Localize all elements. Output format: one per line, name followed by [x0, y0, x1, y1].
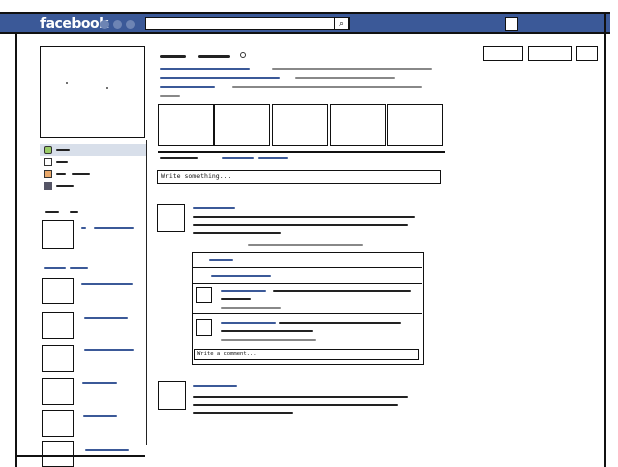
- group-name[interactable]: [85, 449, 129, 451]
- tabs-divider: [158, 151, 445, 153]
- photo-icon: [44, 158, 52, 166]
- group-thumb[interactable]: [42, 345, 74, 372]
- sidebar-bottom-edge: [15, 455, 145, 457]
- profile-info-line: [160, 77, 280, 79]
- photo-strip-item[interactable]: [214, 104, 270, 146]
- friends-count: [70, 211, 78, 213]
- group-thumb[interactable]: [42, 410, 74, 437]
- comment-text: [279, 322, 401, 324]
- nav-item-friends[interactable]: [44, 181, 74, 191]
- groups-count: [70, 267, 88, 269]
- notifications-icon[interactable]: [126, 20, 135, 29]
- notification-icons: [100, 20, 135, 29]
- profile-info-line: [160, 86, 215, 88]
- post-text: [193, 404, 398, 406]
- photo-strip-item[interactable]: [158, 104, 214, 146]
- post-text: [193, 396, 408, 398]
- group-name[interactable]: [81, 283, 133, 285]
- view-comments-link[interactable]: [211, 275, 271, 277]
- post-text: [193, 224, 408, 226]
- comment-text: [221, 298, 251, 300]
- profile-info-line: [232, 86, 422, 88]
- nav-item-photos[interactable]: [44, 169, 90, 179]
- page-frame: facebook ⌕ Write something... Write a co…: [0, 0, 618, 467]
- tab-photos[interactable]: [258, 157, 288, 159]
- comment-text: [221, 330, 313, 332]
- action-button[interactable]: [528, 46, 572, 61]
- group-name[interactable]: [84, 349, 134, 351]
- groups-heading: [44, 267, 66, 269]
- photo-strip-item[interactable]: [330, 104, 386, 146]
- status-dot-icon: [240, 52, 246, 58]
- post-text: [193, 412, 293, 414]
- group-thumb[interactable]: [42, 278, 74, 304]
- nav-label: [56, 173, 66, 175]
- search-icon[interactable]: ⌕: [334, 17, 349, 30]
- composer-input[interactable]: Write something...: [157, 170, 441, 184]
- likes-line[interactable]: [209, 259, 233, 261]
- group-thumb[interactable]: [42, 312, 74, 339]
- post-author[interactable]: [193, 385, 237, 387]
- nav-label: [56, 161, 68, 163]
- friend-thumb[interactable]: [42, 220, 74, 249]
- post-meta: [248, 244, 363, 246]
- profile-picture[interactable]: [40, 46, 145, 138]
- post-text: [193, 216, 415, 218]
- search-input[interactable]: [145, 17, 350, 30]
- comment-author[interactable]: [221, 322, 276, 324]
- account-menu-icon[interactable]: [505, 17, 518, 31]
- group-thumb[interactable]: [42, 441, 74, 467]
- action-button[interactable]: [576, 46, 598, 61]
- nav-label: [56, 149, 70, 151]
- comment-avatar[interactable]: [196, 287, 212, 303]
- photo-strip-item[interactable]: [272, 104, 328, 146]
- post-author[interactable]: [193, 207, 235, 209]
- speech-bubble-icon: [44, 146, 52, 154]
- comment-author[interactable]: [221, 290, 266, 292]
- profile-info-line: [160, 68, 250, 70]
- group-thumb[interactable]: [42, 378, 74, 405]
- comment-avatar[interactable]: [196, 319, 212, 336]
- comment-input[interactable]: Write a comment...: [194, 349, 419, 360]
- profile-name: [198, 55, 230, 58]
- nav-item-wall[interactable]: [44, 145, 70, 155]
- profile-info-line: [160, 95, 180, 97]
- post-text: [193, 232, 281, 234]
- friend-name[interactable]: [81, 227, 86, 229]
- profile-info-line: [295, 77, 395, 79]
- friends-icon: [44, 182, 52, 190]
- nav-label: [56, 185, 74, 187]
- friend-requests-icon[interactable]: [100, 20, 109, 29]
- right-border: [604, 14, 606, 467]
- photo-strip-item[interactable]: [387, 104, 443, 146]
- comment-meta: [221, 339, 316, 341]
- friends-heading: [45, 211, 59, 213]
- top-bar: facebook ⌕: [0, 12, 610, 34]
- folder-icon: [44, 170, 52, 178]
- left-border: [15, 34, 17, 467]
- friend-name[interactable]: [94, 227, 134, 229]
- profile-name: [160, 55, 186, 58]
- nav-item-info[interactable]: [44, 157, 68, 167]
- group-name[interactable]: [82, 382, 117, 384]
- messages-icon[interactable]: [113, 20, 122, 29]
- facebook-logo[interactable]: facebook: [40, 16, 108, 32]
- profile-info-line: [272, 68, 432, 70]
- group-name[interactable]: [83, 415, 117, 417]
- avatar[interactable]: [157, 204, 185, 232]
- comment-text: [273, 290, 411, 292]
- avatar[interactable]: [158, 381, 186, 410]
- tab-wall[interactable]: [160, 157, 198, 159]
- nav-count: [72, 173, 90, 175]
- comment-meta: [221, 307, 281, 309]
- group-name[interactable]: [84, 317, 128, 319]
- tab-info[interactable]: [222, 157, 254, 159]
- column-divider: [146, 140, 147, 445]
- action-button[interactable]: [483, 46, 523, 61]
